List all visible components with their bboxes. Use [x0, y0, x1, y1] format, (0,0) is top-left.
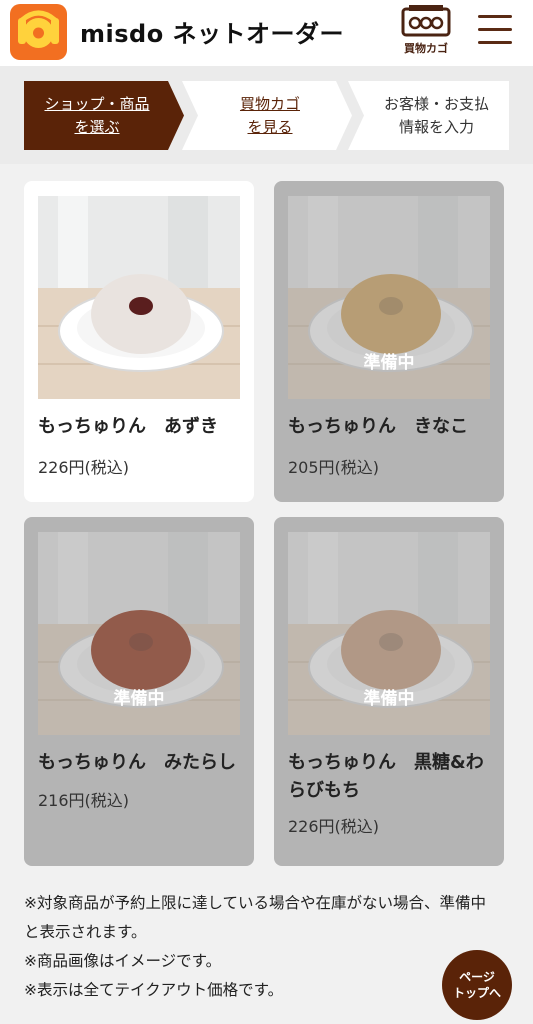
kinako-donut-photo: 準備中	[288, 196, 490, 399]
step-label: お客様・お支払	[383, 94, 489, 113]
site-header: misdo ネットオーダー 買物カゴ	[0, 0, 533, 66]
product-name: もっちゅりん みたらし	[38, 752, 236, 773]
product-card[interactable]: もっちゅりん あずき 226円(税込)	[24, 181, 254, 502]
cart-icon	[401, 5, 451, 37]
step-label: を選ぶ	[74, 117, 120, 136]
hamburger-menu-icon[interactable]	[476, 13, 514, 47]
step-label: ショップ・商品	[44, 94, 150, 113]
note-text: ※表示は全てテイクアウト価格です。	[24, 981, 284, 999]
page-top-button[interactable]: ページ トップへ	[442, 950, 512, 1020]
order-steps: ショップ・商品 を選ぶ 買物カゴを見る お客様・お支払 情報を入力	[0, 66, 533, 164]
note-text: ※商品画像はイメージです。	[24, 952, 222, 970]
step-label: を見る	[247, 117, 293, 136]
cart-button[interactable]: 買物カゴ	[399, 5, 453, 59]
mitarashi-donut-photo: 準備中	[38, 532, 240, 735]
product-price: 205円(税込)	[288, 458, 380, 477]
misdo-logo-icon[interactable]	[10, 4, 67, 60]
product-price: 216円(税込)	[38, 791, 130, 810]
status-badge: 準備中	[113, 689, 165, 709]
step-customer-info: お客様・お支払 情報を入力	[348, 81, 509, 150]
kokuto-donut-photo: 準備中	[288, 532, 490, 735]
product-card: 準備中 もっちゅりん きなこ 205円(税込)	[274, 181, 504, 502]
note-text: ※対象商品が予約上限に達している場合や在庫がない場合、準備中と表示されます。	[24, 894, 487, 941]
cart-label: 買物カゴ	[404, 42, 448, 55]
product-card: 準備中 もっちゅりん みたらし 216円(税込)	[24, 517, 254, 866]
step-select-shop[interactable]: ショップ・商品 を選ぶ	[24, 81, 184, 150]
product-name: もっちゅりん あずき	[38, 416, 218, 437]
azuki-donut-photo	[38, 196, 240, 399]
status-badge: 準備中	[363, 689, 415, 709]
product-name: もっちゅりん きなこ	[288, 416, 468, 437]
brand-title[interactable]: misdo ネットオーダー	[80, 14, 344, 49]
step-label: 買物カゴ	[239, 94, 300, 113]
page-top-label: トップへ	[452, 986, 501, 1000]
product-name: もっちゅりん 黒糖&わらびもち	[288, 752, 484, 801]
product-card: 準備中 もっちゅりん 黒糖&わらびもち 226円(税込)	[274, 517, 504, 866]
notes: ※対象商品が予約上限に達している場合や在庫がない場合、準備中と表示されます。 ※…	[24, 889, 494, 1005]
step-view-cart[interactable]: 買物カゴ を見る	[182, 81, 352, 150]
product-price: 226円(税込)	[38, 458, 130, 477]
status-badge: 準備中	[363, 353, 415, 373]
page-top-label: ページ	[459, 970, 495, 984]
step-label: 情報を入力	[398, 117, 474, 136]
product-price: 226円(税込)	[288, 817, 380, 836]
